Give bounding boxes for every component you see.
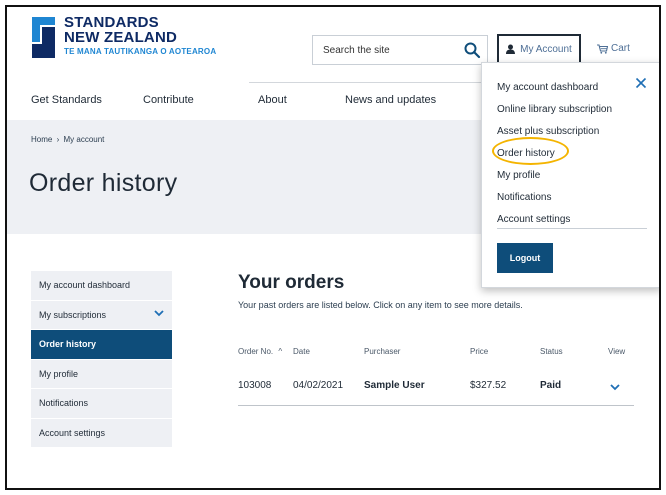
cart-label: Cart <box>611 43 630 54</box>
my-account-button[interactable]: My Account <box>497 34 581 64</box>
order-number-cell: 103008 <box>238 380 272 391</box>
sort-ascending-icon[interactable]: ^ <box>278 347 282 356</box>
nav-item-contribute[interactable]: Contribute <box>143 94 194 106</box>
search-icon[interactable] <box>463 41 481 59</box>
breadcrumb: Home › My account <box>31 135 104 144</box>
chevron-down-icon[interactable] <box>610 384 620 391</box>
logo-mark-icon <box>32 17 57 59</box>
cart-icon <box>597 43 608 54</box>
column-header-view: View <box>608 347 626 356</box>
cart-link[interactable]: Cart <box>597 43 630 54</box>
dropdown-item-asset-plus-subscription[interactable]: Asset plus subscription <box>497 126 599 137</box>
column-header-label: Order No. <box>238 347 274 356</box>
user-icon <box>506 44 516 54</box>
logo-tagline: TE MANA TAUTIKANGA O AOTEAROA <box>64 47 217 56</box>
column-header-order-no[interactable]: Order No. ^ <box>238 347 282 356</box>
my-account-label: My Account <box>520 43 572 55</box>
logo-line-1: STANDARDS <box>64 14 159 31</box>
column-header-status[interactable]: Status <box>540 347 563 356</box>
column-header-date[interactable]: Date <box>293 347 310 356</box>
dropdown-item-online-library-subscription[interactable]: Online library subscription <box>497 104 612 115</box>
close-icon[interactable] <box>635 77 647 89</box>
column-header-purchaser[interactable]: Purchaser <box>364 347 400 356</box>
sidebar-item-subscriptions[interactable]: My subscriptions <box>31 300 172 330</box>
orders-subtitle: Your past orders are listed below. Click… <box>238 300 523 310</box>
page-title: Order history <box>29 169 178 197</box>
nav-item-news-and-updates[interactable]: News and updates <box>345 94 436 106</box>
search-input[interactable]: Search the site <box>312 35 488 65</box>
sidebar-item-label: Account settings <box>39 427 106 438</box>
sidebar-item-label: Order history <box>39 339 97 350</box>
nav-item-about[interactable]: About <box>258 94 287 106</box>
sidebar-item-account-settings[interactable]: Account settings <box>31 418 172 448</box>
chevron-down-icon[interactable] <box>154 309 164 317</box>
order-status-cell: Paid <box>540 380 562 391</box>
nav-item-get-standards[interactable]: Get Standards <box>31 94 102 106</box>
sidebar-item-label: Notifications <box>39 398 89 409</box>
logo-line-2: NEW ZEALAND <box>64 29 178 46</box>
column-header-price[interactable]: Price <box>470 347 488 356</box>
sidebar-item-notifications[interactable]: Notifications <box>31 389 172 419</box>
sidebar-item-order-history[interactable]: Order history <box>31 330 172 360</box>
highlight-annotation-circle <box>492 137 569 165</box>
dropdown-item-account-settings[interactable]: Account settings <box>497 214 570 225</box>
order-purchaser-cell: Sample User <box>364 380 425 391</box>
sidebar-item-label: My account dashboard <box>39 280 131 291</box>
site-logo[interactable]: STANDARDS NEW ZEALAND TE MANA TAUTIKANGA… <box>32 15 216 59</box>
dropdown-item-my-profile[interactable]: My profile <box>497 170 540 181</box>
breadcrumb-home[interactable]: Home <box>31 135 52 144</box>
sidebar-item-account-dashboard[interactable]: My account dashboard <box>31 271 172 301</box>
account-sidebar: My account dashboard My subscriptions Or… <box>31 271 172 448</box>
dropdown-divider <box>497 228 647 229</box>
sidebar-item-label: My subscriptions <box>39 309 107 320</box>
dropdown-item-notifications[interactable]: Notifications <box>497 192 551 203</box>
dropdown-item-account-dashboard[interactable]: My account dashboard <box>497 82 598 93</box>
logout-button[interactable]: Logout <box>497 243 553 273</box>
search-placeholder: Search the site <box>323 44 390 56</box>
account-dropdown-menu: My account dashboard Online library subs… <box>481 62 659 288</box>
sidebar-item-label: My profile <box>39 368 79 379</box>
breadcrumb-current[interactable]: My account <box>63 135 104 144</box>
order-date-cell: 04/02/2021 <box>293 380 344 391</box>
row-divider <box>238 405 634 406</box>
breadcrumb-separator: › <box>56 135 60 144</box>
browser-frame: STANDARDS NEW ZEALAND TE MANA TAUTIKANGA… <box>5 5 661 490</box>
sidebar-item-my-profile[interactable]: My profile <box>31 359 172 389</box>
order-price-cell: $327.52 <box>470 380 507 391</box>
orders-title: Your orders <box>238 272 345 293</box>
